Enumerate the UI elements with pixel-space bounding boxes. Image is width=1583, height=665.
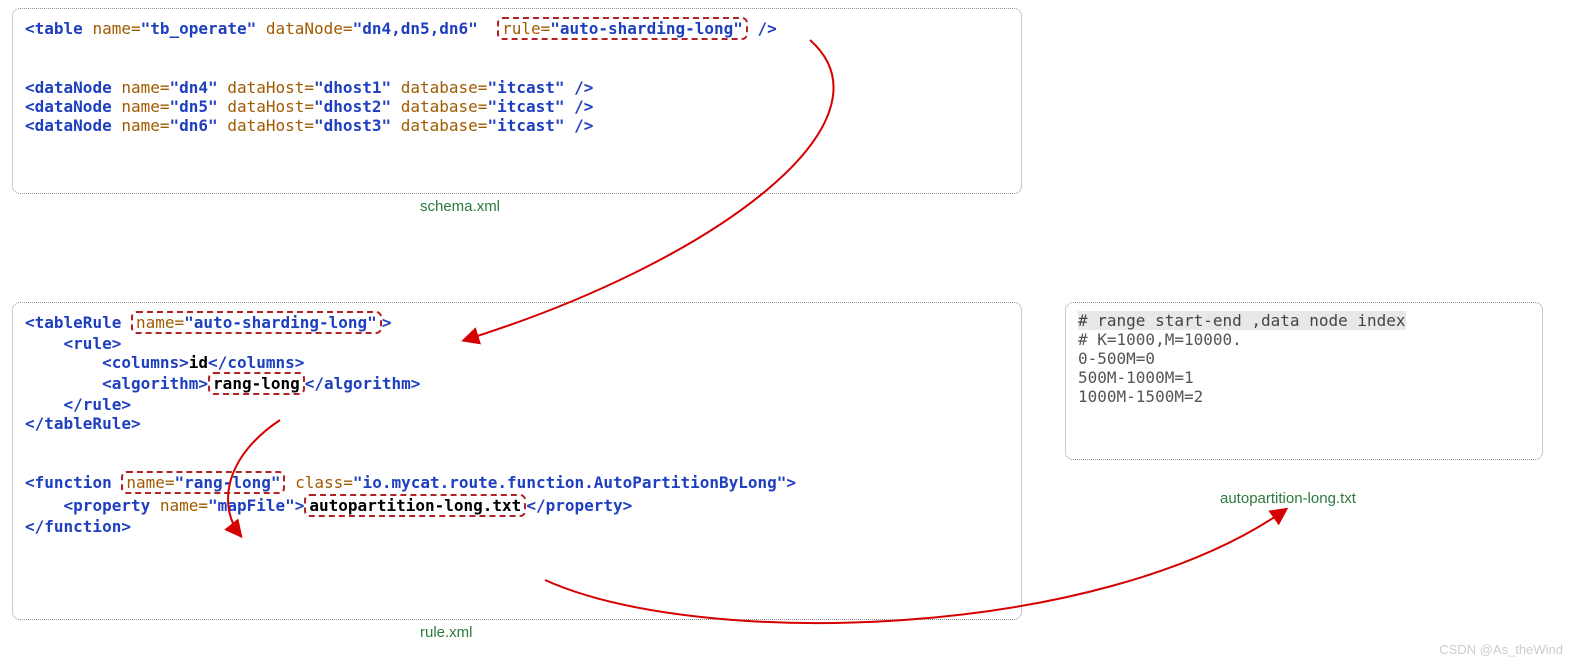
txt-code: # range start-end ,data node index # K=1… [1078,311,1530,406]
watermark: CSDN @As_theWind [1439,642,1563,657]
schema-label: schema.xml [420,198,500,215]
rule-label: rule.xml [420,624,473,641]
algorithm-highlight: rang-long [208,372,305,395]
txt-label: autopartition-long.txt [1220,490,1356,507]
mapfile-highlight: autopartition-long.txt [304,494,526,517]
rule-attr-highlight: rule="auto-sharding-long" [497,17,748,40]
rule-box: <tableRule name="auto-sharding-long"> <r… [12,302,1022,620]
function-name-highlight: name="rang-long" [121,471,285,494]
schema-box: <table name="tb_operate" dataNode="dn4,d… [12,8,1022,194]
schema-code: <table name="tb_operate" dataNode="dn4,d… [25,17,1009,135]
tablerule-name-highlight: name="auto-sharding-long" [131,311,382,334]
txt-box: # range start-end ,data node index # K=1… [1065,302,1543,460]
rule-code: <tableRule name="auto-sharding-long"> <r… [25,311,1009,536]
